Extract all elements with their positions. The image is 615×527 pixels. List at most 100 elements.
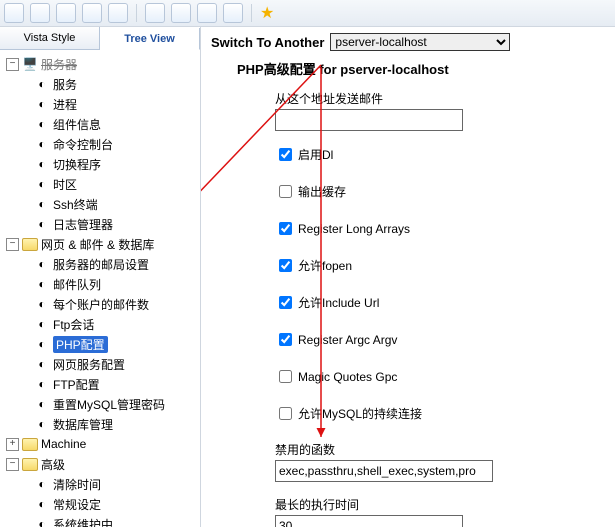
cb-label: Register Long Arrays	[298, 222, 410, 236]
top-toolbar: ★	[0, 0, 615, 27]
tree-item-label: 进程	[53, 96, 77, 113]
item-icon: ◐	[34, 496, 50, 512]
folder-icon	[22, 458, 38, 471]
tree-group[interactable]: 服务器	[41, 56, 77, 73]
tree-item-label: 服务	[53, 76, 77, 93]
toolbar-btn[interactable]	[82, 3, 102, 23]
cb-allow-fopen[interactable]	[279, 259, 292, 272]
page-title: PHP高级配置 for pserver-localhost	[237, 59, 605, 78]
item-icon: ◐	[34, 276, 50, 292]
tree-item[interactable]: ◐切换程序	[6, 154, 198, 174]
tree-item[interactable]: ◐系统维护中	[6, 514, 198, 527]
item-icon: ◐	[34, 256, 50, 272]
cb-output-buffer[interactable]	[279, 185, 292, 198]
tree-item[interactable]: ◐常规设定	[6, 494, 198, 514]
folder-icon	[22, 438, 38, 451]
disabled-fn-label: 禁用的函数	[275, 441, 605, 458]
item-icon: ◐	[34, 96, 50, 112]
tree-item-label: 系统维护中	[53, 516, 113, 527]
toolbar-btn[interactable]	[145, 3, 165, 23]
tree-item[interactable]: ◐服务	[6, 74, 198, 94]
item-icon: ◐	[34, 296, 50, 312]
toolbar-btn[interactable]	[30, 3, 50, 23]
switch-label: Switch To Another	[211, 35, 324, 50]
tree-group[interactable]: Machine	[41, 437, 86, 451]
item-icon: ◐	[34, 316, 50, 332]
from-address-input[interactable]	[275, 109, 463, 131]
cb-label: 启用Dl	[298, 146, 333, 163]
cb-label: 输出缓存	[298, 183, 346, 200]
content-panel: Switch To Another pserver-localhost PHP高…	[201, 27, 615, 527]
tree-item-label: 邮件队列	[53, 276, 101, 293]
collapse-icon[interactable]: −	[6, 458, 19, 471]
switch-row: Switch To Another pserver-localhost	[211, 33, 605, 51]
tree-item-label: 常规设定	[53, 496, 101, 513]
tree-item-label: Ftp会话	[53, 316, 94, 333]
item-icon: ◐	[34, 336, 50, 352]
tree-item[interactable]: ◐命令控制台	[6, 134, 198, 154]
star-icon[interactable]: ★	[260, 3, 274, 23]
item-icon: ◐	[34, 216, 50, 232]
tree-item[interactable]: ◐网页服务配置	[6, 354, 198, 374]
tree-item[interactable]: ◐邮件队列	[6, 274, 198, 294]
tree-item[interactable]: ◐重置MySQL管理密码	[6, 394, 198, 414]
cb-label: Register Argc Argv	[298, 333, 397, 347]
item-icon: ◐	[34, 516, 50, 527]
cb-register-long-arrays[interactable]	[279, 222, 292, 235]
tree-item[interactable]: ◐服务器的邮局设置	[6, 254, 198, 274]
toolbar-btn[interactable]	[4, 3, 24, 23]
cb-label: Magic Quotes Gpc	[298, 370, 397, 384]
cb-magic-quotes[interactable]	[279, 370, 292, 383]
tree-item-label: 清除时间	[53, 476, 101, 493]
toolbar-btn[interactable]	[108, 3, 128, 23]
tree-group[interactable]: 网页 & 邮件 & 数据库	[41, 236, 154, 253]
item-icon: ◐	[34, 116, 50, 132]
max-time-label: 最长的执行时间	[275, 496, 605, 513]
tree-item-label: 命令控制台	[53, 136, 113, 153]
tree-item[interactable]: ◐每个账户的邮件数	[6, 294, 198, 314]
item-icon: ◐	[34, 396, 50, 412]
folder-icon	[22, 238, 38, 251]
tree-item[interactable]: ◐FTP配置	[6, 374, 198, 394]
tree-item[interactable]: ◐Ftp会话	[6, 314, 198, 334]
collapse-icon[interactable]: −	[6, 238, 19, 251]
separator	[136, 4, 137, 22]
tree-item[interactable]: ◐PHP配置	[6, 334, 198, 354]
tree-item[interactable]: ◐组件信息	[6, 114, 198, 134]
expand-icon[interactable]: +	[6, 438, 19, 451]
item-icon: ◐	[34, 76, 50, 92]
item-icon: ◐	[34, 376, 50, 392]
toolbar-btn[interactable]	[197, 3, 217, 23]
item-icon: ◐	[34, 176, 50, 192]
tree: − 🖥️ 服务器 ◐服务◐进程◐组件信息◐命令控制台◐切换程序◐时区◐Ssh终端…	[0, 50, 200, 527]
item-icon: ◐	[34, 356, 50, 372]
cb-allow-include-url[interactable]	[279, 296, 292, 309]
toolbar-btn[interactable]	[171, 3, 191, 23]
cb-label: 允许fopen	[298, 257, 352, 274]
cb-enable-dl[interactable]	[279, 148, 292, 161]
collapse-icon[interactable]: −	[6, 58, 19, 71]
disabled-fn-input[interactable]	[275, 460, 493, 482]
tree-item[interactable]: ◐日志管理器	[6, 214, 198, 234]
tree-item-label: 组件信息	[53, 116, 101, 133]
toolbar-btn[interactable]	[223, 3, 243, 23]
tree-item[interactable]: ◐Ssh终端	[6, 194, 198, 214]
tree-item[interactable]: ◐清除时间	[6, 474, 198, 494]
item-icon: ◐	[34, 136, 50, 152]
server-select[interactable]: pserver-localhost	[330, 33, 510, 51]
tab-vista[interactable]: Vista Style	[0, 27, 100, 49]
item-icon: ◐	[34, 196, 50, 212]
tab-treeview[interactable]: Tree View	[100, 28, 200, 50]
tree-item[interactable]: ◐数据库管理	[6, 414, 198, 434]
max-time-input[interactable]	[275, 515, 463, 527]
tree-item[interactable]: ◐时区	[6, 174, 198, 194]
tree-item[interactable]: ◐进程	[6, 94, 198, 114]
tree-item-label: FTP配置	[53, 376, 100, 393]
item-icon: ◐	[34, 416, 50, 432]
tree-group[interactable]: 高级	[41, 456, 65, 473]
server-icon: 🖥️	[22, 56, 38, 72]
tree-item-label: 数据库管理	[53, 416, 113, 433]
cb-register-argc-argv[interactable]	[279, 333, 292, 346]
toolbar-btn[interactable]	[56, 3, 76, 23]
cb-mysql-persist[interactable]	[279, 407, 292, 420]
